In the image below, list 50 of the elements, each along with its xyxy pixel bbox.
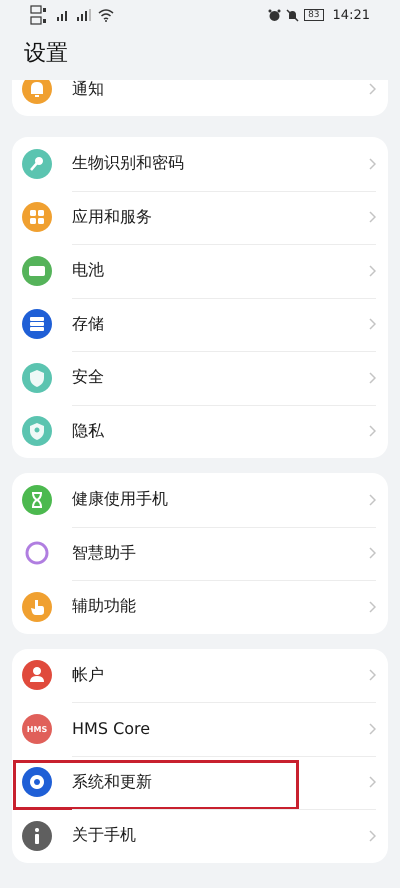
item-label: 通知	[72, 80, 105, 100]
settings-item[interactable]: 辅助功能	[12, 580, 388, 634]
chevron-icon	[369, 722, 376, 735]
chevron-icon	[369, 372, 376, 384]
item-label: 隐私	[72, 420, 105, 442]
item-label: 帐户	[72, 664, 105, 686]
settings-item[interactable]: 生物识别和密码	[12, 137, 388, 190]
chevron-icon	[369, 547, 376, 560]
item-label: 生物识别和密码	[72, 153, 185, 174]
chevron-icon	[369, 211, 376, 224]
chevron-icon	[369, 830, 376, 842]
chevron-icon	[369, 83, 376, 96]
item-label: 智慧助手	[72, 542, 137, 564]
settings-item[interactable]: 应用和服务	[12, 190, 388, 244]
settings-item[interactable]: 系统和更新	[12, 756, 388, 809]
item-label: 电池	[72, 260, 105, 282]
settings-item[interactable]: 健康使用手机	[12, 473, 388, 526]
settings-item[interactable]: 安全	[12, 351, 388, 404]
item-label: 应用和服务	[72, 206, 153, 228]
muted-bell-icon	[286, 8, 300, 22]
chevron-icon	[369, 264, 376, 277]
chevron-icon	[369, 669, 376, 682]
text-icon: HMS	[22, 714, 52, 744]
settings-item[interactable]: 存储	[12, 298, 388, 351]
chevron-icon	[369, 158, 376, 170]
alarm-icon	[268, 8, 282, 22]
item-label: 关于手机	[72, 825, 137, 846]
item-label: HMS Core	[72, 719, 152, 738]
settings-item[interactable]: 关于手机	[12, 809, 388, 862]
wifi-icon	[98, 8, 114, 22]
settings-item[interactable]: 隐私	[12, 404, 388, 458]
item-label: 存储	[72, 314, 105, 335]
chevron-icon	[369, 318, 376, 330]
settings-item[interactable]: 智慧助手	[12, 526, 388, 580]
battery-indicator: 83	[304, 9, 324, 21]
clock-time: 14:21	[332, 8, 370, 22]
item-label: 安全	[72, 367, 105, 388]
sim-cards-icon	[30, 4, 48, 26]
settings-item[interactable]: 帐户	[12, 648, 388, 702]
chevron-icon	[369, 600, 376, 613]
chevron-icon	[369, 776, 376, 788]
chevron-icon	[369, 494, 376, 506]
item-label: 系统和更新	[72, 772, 153, 793]
settings-item[interactable]: HMS HMS Core	[12, 702, 388, 756]
settings-item[interactable]: 电池	[12, 244, 388, 298]
chevron-icon	[369, 425, 376, 438]
item-label: 健康使用手机	[72, 489, 169, 510]
item-label: 辅助功能	[72, 596, 137, 618]
page-title: 设置	[23, 40, 69, 68]
settings-item[interactable]: 通知	[12, 80, 388, 116]
